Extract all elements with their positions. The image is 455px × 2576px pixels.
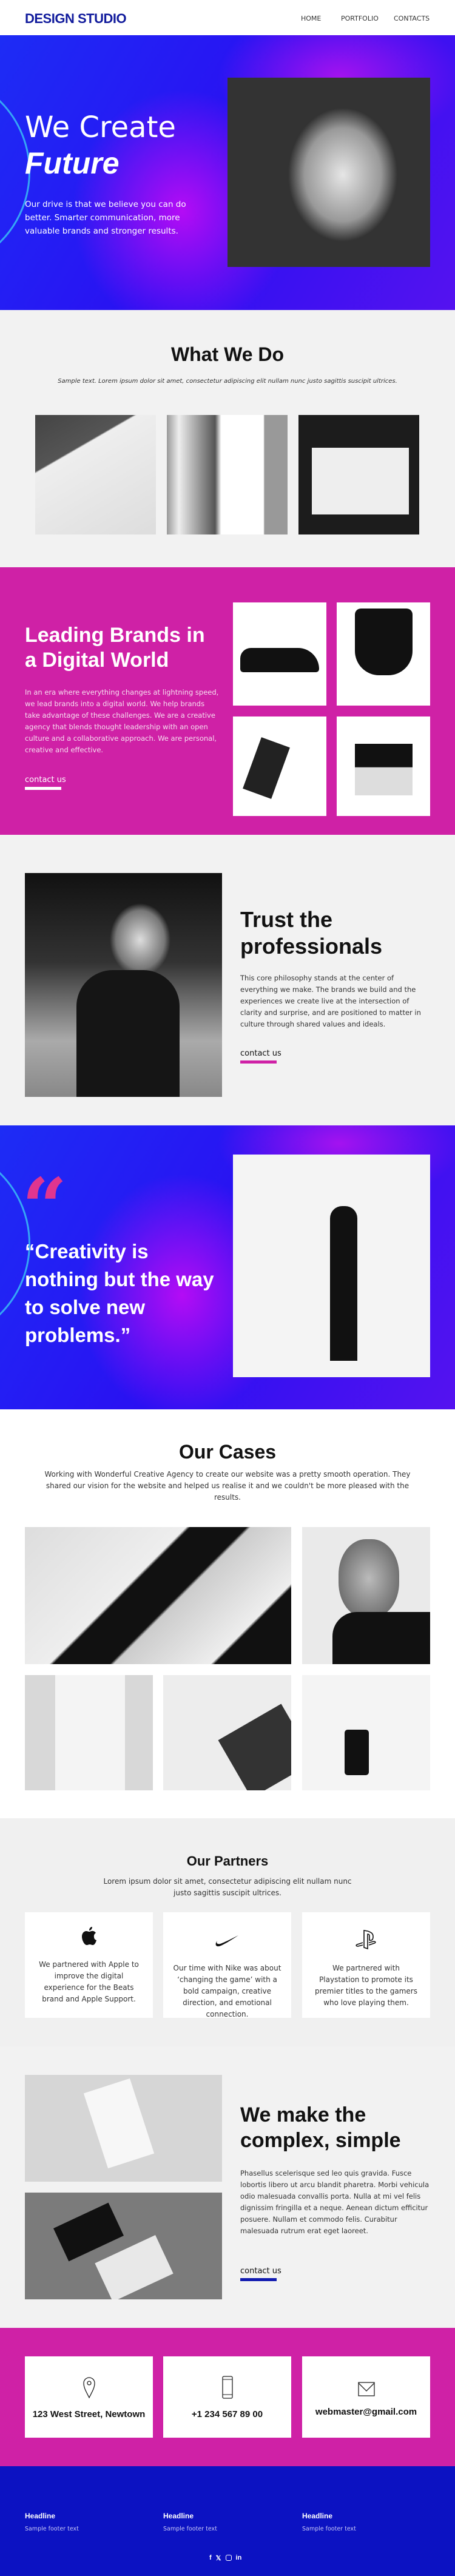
footer-text: Sample footer text — [163, 2526, 217, 2532]
link-underline — [25, 787, 61, 790]
contact-link-label: contact us — [25, 775, 66, 784]
address-card: 123 West Street, Newtown — [25, 2356, 153, 2438]
footer-column: Headline Sample footer text — [25, 2512, 79, 2532]
footer-headline: Headline — [302, 2512, 333, 2520]
hero-portrait-image — [228, 78, 430, 267]
footer-column: Headline Sample footer text — [163, 2512, 217, 2532]
section-subtitle: Sample text. Lorem ipsum dolor sit amet,… — [58, 378, 397, 385]
cases-text: Working with Wonderful Creative Agency t… — [44, 1470, 411, 1502]
partner-card-playstation: We partnered with Playstation to promote… — [302, 1912, 430, 2018]
laptop-desk-image — [163, 1675, 291, 1790]
section-title: What We Do — [170, 343, 285, 365]
youth-book-image — [25, 2075, 222, 2182]
trust-text: This core philosophy stands at the cente… — [240, 974, 421, 1028]
instagram-icon[interactable] — [225, 2555, 232, 2561]
phone-icon — [221, 2376, 233, 2399]
nike-icon — [215, 1935, 238, 1947]
nav-contacts[interactable]: CONTACTS — [394, 15, 430, 22]
partners-section: Our Partners Lorem ipsum dolor sit amet,… — [0, 1818, 455, 2046]
link-underline — [240, 1060, 277, 1064]
footer: Headline Sample footer text Headline Sam… — [0, 2466, 455, 2576]
brands-text: In an era where everything changes at li… — [25, 688, 219, 754]
logo[interactable]: DESIGN STUDIO — [25, 11, 127, 27]
complex-contact-link[interactable]: contact us — [240, 2267, 281, 2281]
cans-image — [337, 716, 430, 816]
partners-title: Our Partners — [186, 1853, 269, 1869]
footer-column: Headline Sample footer text — [302, 2512, 356, 2532]
linkedin-icon[interactable]: in — [236, 2554, 242, 2562]
logo-book-image — [302, 1675, 430, 1790]
phone-card: +1 234 567 89 00 — [163, 2356, 291, 2438]
partners-text: Lorem ipsum dolor sit amet, consectetur … — [103, 1877, 352, 1897]
cases-section: Our Cases Working with Wonderful Creativ… — [0, 1409, 455, 1818]
location-pin-icon — [83, 2377, 95, 2399]
playstation-icon — [355, 1930, 376, 1950]
header: DESIGN STUDIO HOME PORTFOLIO CONTACTS — [0, 0, 455, 35]
partner-card-apple: We partnered with Apple to improve the d… — [25, 1912, 153, 2018]
brands-title: Leading Brands in a Digital World — [25, 624, 205, 672]
hero-title-line2: Future — [25, 146, 120, 180]
social-links: f 𝕏 in — [209, 2554, 241, 2562]
quote-text: “Creativity is nothing but the way to so… — [25, 1240, 214, 1346]
apple-icon — [81, 1927, 96, 1945]
cup-carrier-image — [337, 602, 430, 706]
hello-cards-image — [167, 415, 288, 534]
footer-headline: Headline — [25, 2512, 56, 2520]
footer-text: Sample footer text — [302, 2526, 356, 2532]
complex-text: Phasellus scelerisque sed leo quis gravi… — [240, 2169, 430, 2235]
contact-link-label: contact us — [240, 1049, 281, 1058]
sneaker-image — [233, 602, 326, 706]
address-text: 123 West Street, Newtown — [32, 2409, 146, 2419]
complex-title: We make the complex, simple — [240, 2103, 401, 2152]
link-underline — [240, 2278, 277, 2281]
what-we-do-section: What We Do Sample text. Lorem ipsum dolo… — [0, 310, 455, 567]
brand-guide-image — [25, 1675, 153, 1790]
quote-section: “ “Creativity is nothing but the way to … — [0, 1125, 455, 1409]
trust-section: Trust the professionals This core philos… — [0, 835, 455, 1125]
footer-text: Sample footer text — [25, 2526, 79, 2532]
crave-cards-image — [25, 2193, 222, 2299]
complex-section: We make the complex, simple Phasellus sc… — [0, 2046, 455, 2328]
envelope-icon — [357, 2382, 375, 2396]
email-card: webmaster@gmail.com — [302, 2356, 430, 2438]
note-packaging-image — [233, 716, 326, 816]
quote-mark-icon: “ — [22, 1161, 67, 1253]
facebook-icon[interactable]: f — [209, 2554, 212, 2562]
creative-cards-image — [35, 415, 156, 534]
partner-text: Our time with Nike was about ‘changing t… — [173, 1964, 281, 2018]
hero-text: Our drive is that we believe you can do … — [25, 200, 186, 236]
trust-title: Trust the professionals — [240, 907, 383, 959]
partner-card-nike: Our time with Nike was about ‘changing t… — [163, 1912, 291, 2018]
partner-text: We partnered with Playstation to promote… — [315, 1964, 417, 2007]
bespoke-stationery-image — [25, 1527, 291, 1664]
contacts-section: 123 West Street, Newtown +1 234 567 89 0… — [0, 2328, 455, 2466]
partner-text: We partnered with Apple to improve the d… — [39, 1960, 139, 2003]
hero-section: We Create Future Our drive is that we be… — [0, 35, 455, 310]
brands-contact-link[interactable]: contact us — [25, 775, 66, 790]
trust-contact-link[interactable]: contact us — [240, 1049, 281, 1064]
man-portrait-image — [302, 1527, 430, 1664]
nav-home[interactable]: HOME — [301, 15, 321, 22]
brands-section: Leading Brands in a Digital World In an … — [0, 567, 455, 835]
hero-title-line1: We Create — [25, 110, 176, 144]
cases-title: Our Cases — [178, 1441, 277, 1463]
footer-headline: Headline — [163, 2512, 194, 2520]
nav-portfolio[interactable]: PORTFOLIO — [341, 15, 379, 22]
phone-text[interactable]: +1 234 567 89 00 — [163, 2409, 291, 2419]
extra-ordinary-image — [298, 415, 419, 534]
contact-link-label: contact us — [240, 2267, 281, 2276]
businessman-image — [25, 873, 222, 1097]
letters-room-image — [233, 1155, 430, 1377]
twitter-icon[interactable]: 𝕏 — [216, 2554, 221, 2562]
email-text[interactable]: webmaster@gmail.com — [302, 2407, 430, 2417]
